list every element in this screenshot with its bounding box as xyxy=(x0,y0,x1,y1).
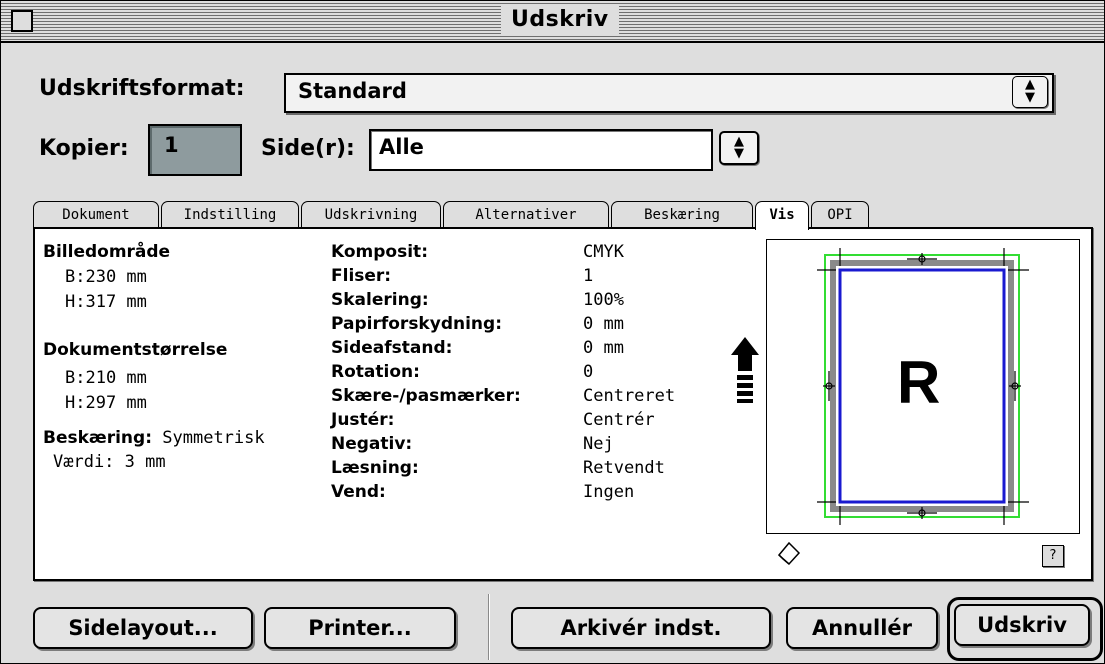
window-title: Udskriv xyxy=(501,5,619,35)
bleed-value: Symmetrisk xyxy=(162,428,265,448)
setting-label: Negativ: xyxy=(331,434,413,454)
setting-label: Sideafstand: xyxy=(331,338,453,358)
bleed-row: Beskæring: Symmetrisk xyxy=(43,427,265,449)
copies-field[interactable]: 1 xyxy=(148,124,242,176)
setting-value: Retvendt xyxy=(583,458,665,478)
print-button[interactable]: Udskriv xyxy=(954,604,1090,646)
setting-value: Ingen xyxy=(583,482,635,502)
pages-value: Alle xyxy=(379,135,424,159)
image-area-heading: Billedområde xyxy=(43,242,171,262)
title-bar[interactable]: Udskriv xyxy=(1,1,1104,43)
setting-label: Komposit: xyxy=(331,242,428,262)
tab-vis[interactable]: Vis xyxy=(755,201,809,230)
tab-dokument[interactable]: Dokument xyxy=(33,201,159,228)
image-area-width: B:230 mm xyxy=(65,267,147,287)
document-size-width: B:210 mm xyxy=(65,368,147,388)
document-size-heading: Dokumentstørrelse xyxy=(43,340,228,360)
setting-value: Centreret xyxy=(583,386,676,406)
page-preview: R xyxy=(766,239,1080,534)
copies-label: Kopier: xyxy=(39,136,129,161)
setting-value: 100% xyxy=(583,290,624,310)
setting-value: 0 xyxy=(583,362,594,382)
copies-value: 1 xyxy=(164,133,179,157)
print-format-label: Udskriftsformat: xyxy=(39,76,245,101)
print-dialog: Udskriv Udskriftsformat: Standard ▲ ▼ Kop… xyxy=(0,0,1105,664)
tab-panel-vis: Billedområde B:230 mm H:317 mm Dokuments… xyxy=(33,227,1093,581)
help-icon[interactable]: ? xyxy=(1042,545,1064,567)
printer-button[interactable]: Printer... xyxy=(264,607,456,649)
setting-value: Nej xyxy=(583,434,614,454)
preview-letter: R xyxy=(897,349,941,416)
paper-orientation-icon[interactable] xyxy=(775,539,803,567)
tab-udskrivning[interactable]: Udskrivning xyxy=(301,201,441,228)
tab-opi[interactable]: OPI xyxy=(811,201,869,228)
setting-value: 0 mm xyxy=(583,338,624,358)
setting-label: Læsning: xyxy=(331,458,419,478)
page-layout-button[interactable]: Sidelayout... xyxy=(33,607,253,649)
setting-value: CMYK xyxy=(583,242,624,262)
tab-beskaering[interactable]: Beskæring xyxy=(611,201,753,228)
setting-value: 0 mm xyxy=(583,314,624,334)
up-arrow-icon xyxy=(731,337,759,403)
tab-indstilling[interactable]: Indstilling xyxy=(161,201,299,228)
popup-arrows-icon: ▲ ▼ xyxy=(1012,76,1048,108)
setting-label: Justér: xyxy=(331,410,395,430)
close-box-icon[interactable] xyxy=(11,10,33,32)
setting-label: Skære-/pasmærker: xyxy=(331,386,521,406)
pages-field[interactable]: Alle xyxy=(369,129,713,171)
image-area-height: H:317 mm xyxy=(65,292,147,312)
pages-label: Side(r): xyxy=(261,136,355,161)
document-size-height: H:297 mm xyxy=(65,393,147,413)
bleed-amount: Værdi: 3 mm xyxy=(53,452,166,472)
setting-value: Centrér xyxy=(583,410,655,430)
pages-popup-arrows[interactable]: ▲ ▼ xyxy=(719,131,759,165)
print-format-popup[interactable]: Standard ▲ ▼ xyxy=(284,73,1054,113)
button-separator xyxy=(488,594,489,660)
setting-label: Skalering: xyxy=(331,290,429,310)
setting-label: Rotation: xyxy=(331,362,420,382)
bleed-label: Beskæring: xyxy=(43,428,153,448)
save-settings-button[interactable]: Arkivér indst. xyxy=(511,607,771,649)
tab-alternativer[interactable]: Alternativer xyxy=(443,201,609,228)
setting-label: Fliser: xyxy=(331,266,392,286)
cancel-button[interactable]: Annullér xyxy=(786,607,938,649)
setting-label: Papirforskydning: xyxy=(331,314,502,334)
print-format-value: Standard xyxy=(298,79,407,103)
setting-value: 1 xyxy=(583,266,594,286)
setting-label: Vend: xyxy=(331,482,386,502)
